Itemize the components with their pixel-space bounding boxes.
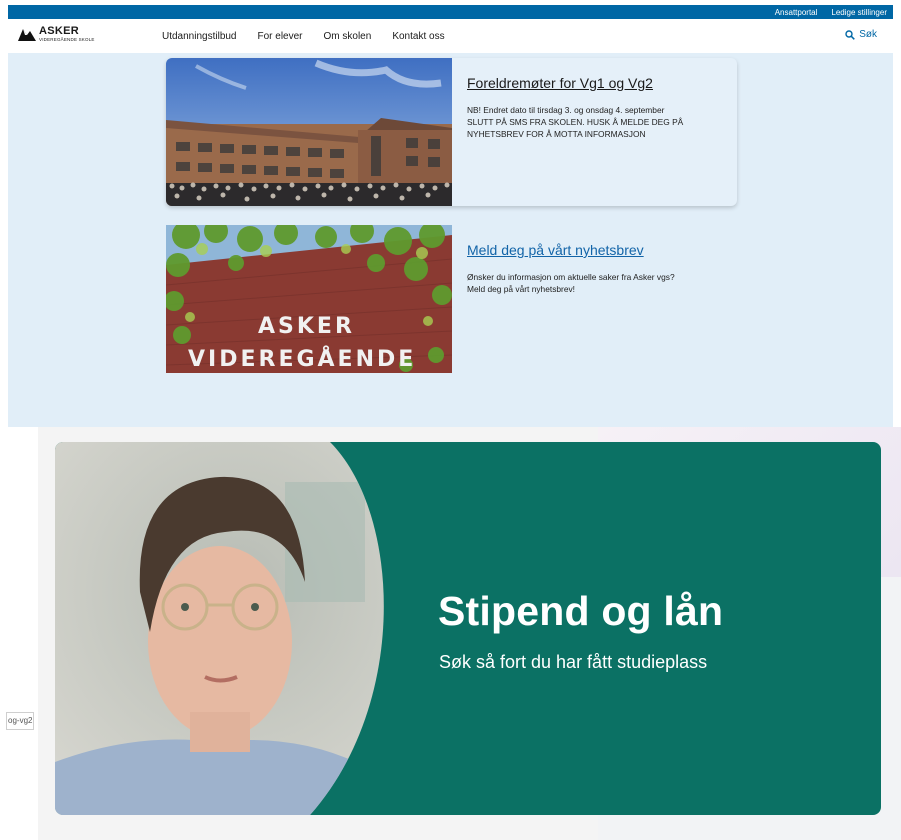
status-url-hint: og-vg2. [6, 712, 34, 730]
card-title-nyhetsbrev[interactable]: Meld deg på vårt nyhetsbrev [467, 242, 644, 258]
ansattportal-link[interactable]: Ansattportal [775, 8, 818, 17]
nav-kontakt-oss[interactable]: Kontakt oss [392, 31, 444, 42]
sign-line-2: VIDEREGÅENDE [188, 346, 416, 372]
card-text-line: NYHETSBREV FOR Å MOTTA INFORMASJON [467, 129, 646, 139]
nav-for-elever[interactable]: For elever [258, 31, 303, 42]
logo-subtitle: VIDEREGÅENDE SKOLE [39, 37, 95, 42]
card-text-line: Meld deg på vårt nyhetsbrev! [467, 284, 576, 294]
card-text-line: NB! Endret dato til tirsdag 3. og onsdag… [467, 105, 665, 115]
main-nav: Utdanningstilbud For elever Om skolen Ko… [162, 19, 445, 53]
sign-line-1: ASKER [258, 314, 355, 339]
promo-subtitle: Søk så fort du har fått studieplass [439, 652, 708, 672]
nav-utdanningstilbud[interactable]: Utdanningstilbud [162, 31, 237, 42]
news-card-foreldremoter[interactable]: Foreldremøter for Vg1 og Vg2 NB! Endret … [166, 58, 737, 206]
utility-bar: Ansattportal Ledige stillinger [8, 5, 893, 19]
card-text: Ønsker du informasjon om aktuelle saker … [467, 271, 675, 295]
card-text-line: SLUTT PÅ SMS FRA SKOLEN. HUSK Å MELDE DE… [467, 117, 684, 127]
card-title-foreldremoter[interactable]: Foreldremøter for Vg1 og Vg2 [467, 75, 653, 91]
card-text: NB! Endret dato til tirsdag 3. og onsdag… [467, 104, 683, 140]
site-header: ASKER VIDEREGÅENDE SKOLE Utdanningstilbu… [8, 19, 893, 53]
stipend-promo-banner[interactable]: Stipend og lån Søk så fort du har fått s… [55, 442, 881, 815]
student-portrait-photo [55, 442, 384, 815]
logo-name: ASKER [39, 25, 80, 37]
ledige-stillinger-link[interactable]: Ledige stillinger [831, 8, 887, 17]
promo-title: Stipend og lån [438, 588, 724, 634]
card-text-line: Ønsker du informasjon om aktuelle saker … [467, 272, 675, 282]
search-icon [845, 29, 856, 40]
school-sign-photo: ASKER VIDEREGÅENDE [166, 225, 452, 373]
mountain-logo-icon [18, 29, 36, 42]
news-card-nyhetsbrev[interactable]: ASKER VIDEREGÅENDE Meld deg på vårt nyhe… [166, 225, 737, 373]
search-label: Søk [859, 29, 877, 40]
site-logo[interactable]: ASKER VIDEREGÅENDE SKOLE [18, 26, 95, 43]
nav-om-skolen[interactable]: Om skolen [324, 31, 372, 42]
school-building-photo [166, 58, 452, 206]
search-button[interactable]: Søk [845, 29, 877, 40]
